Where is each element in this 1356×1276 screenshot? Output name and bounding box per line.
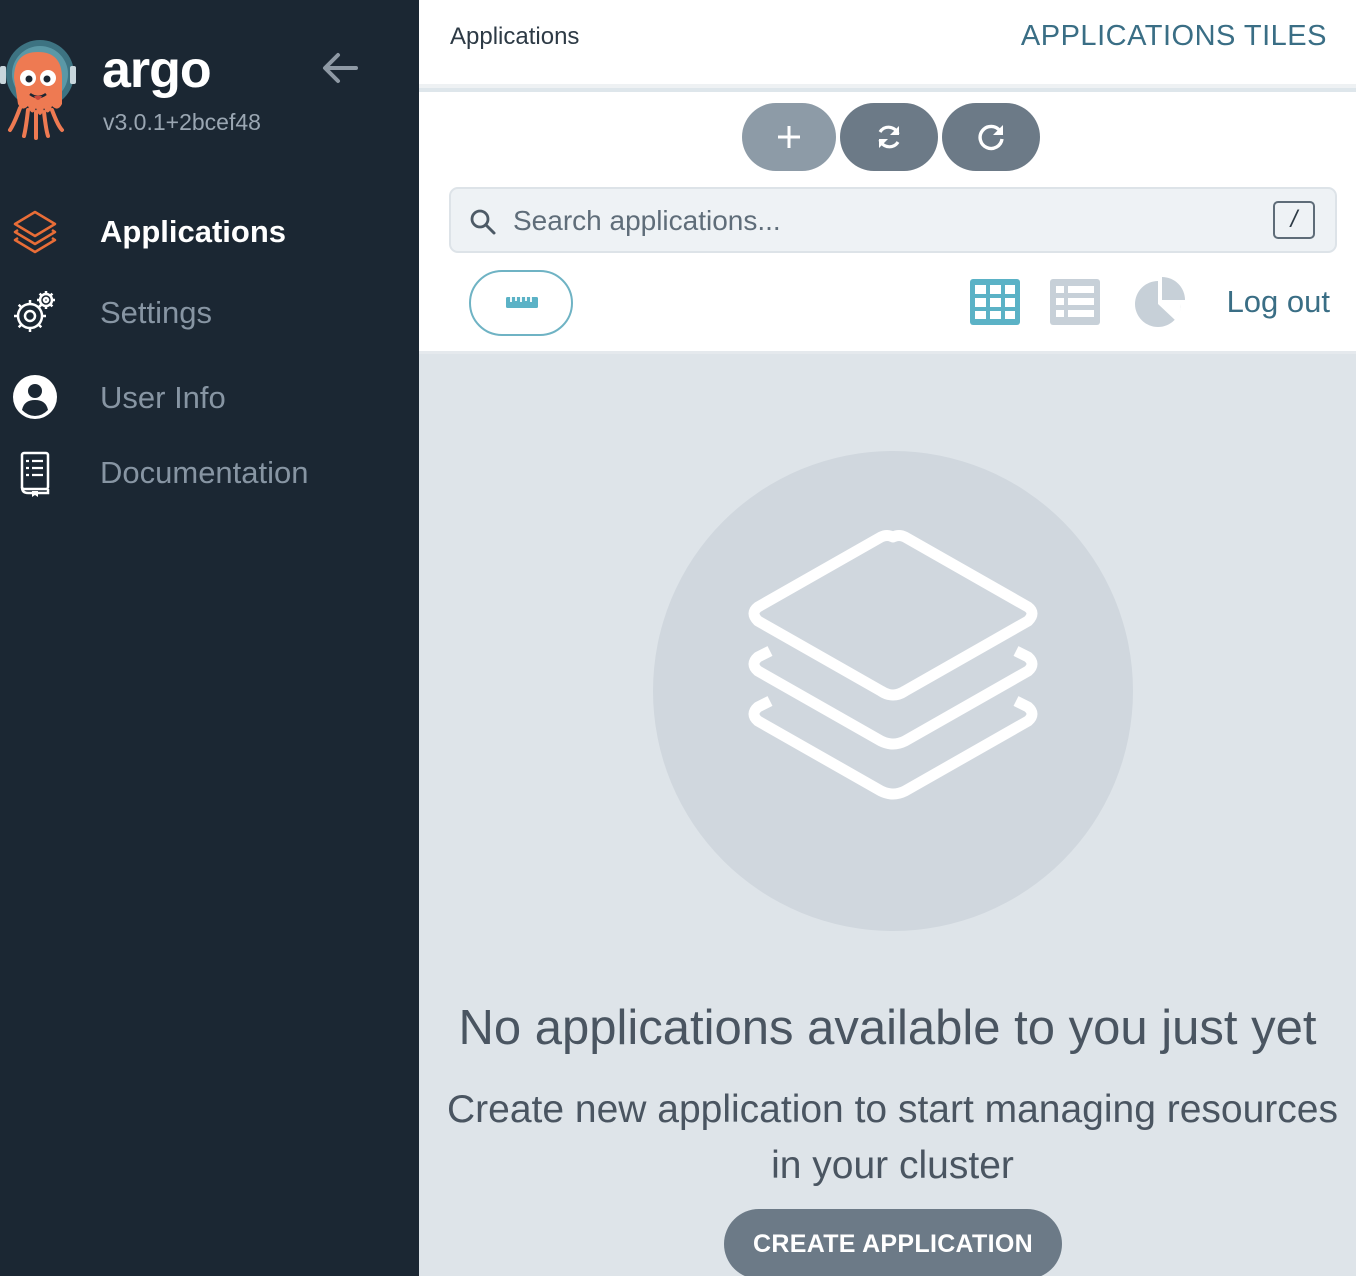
grid-icon[interactable] <box>970 279 1020 325</box>
sync-apps-button[interactable] <box>840 103 938 171</box>
book-icon <box>20 451 50 497</box>
pie-chart-icon[interactable] <box>1133 277 1187 329</box>
sidebar-item-label: Documentation <box>100 455 309 490</box>
sidebar-item-label: User Info <box>100 380 226 415</box>
search-bar: / <box>449 187 1337 253</box>
search-icon <box>470 209 496 235</box>
arrow-left-icon[interactable] <box>318 46 362 90</box>
filters-toggle-button[interactable] <box>469 270 573 336</box>
gears-icon <box>14 291 55 332</box>
empty-state-subtitle: Create new application to start managing… <box>447 1088 1338 1187</box>
empty-state-illustration <box>653 451 1133 931</box>
sidebar-item-documentation[interactable]: Documentation <box>0 441 419 501</box>
refresh-apps-button[interactable] <box>942 103 1040 171</box>
keyboard-shortcut-hint: / <box>1273 201 1315 239</box>
main-content: Applications APPLICATIONS TILES Search a… <box>419 0 1356 1276</box>
top-bar: Applications APPLICATIONS TILES <box>419 0 1356 88</box>
plus-icon <box>778 126 800 148</box>
sidebar: argo v3.0.1+2bcef48 Applications Setting… <box>0 0 419 1276</box>
sidebar-item-applications[interactable]: Applications <box>0 200 419 260</box>
refresh-icon <box>978 124 1004 151</box>
empty-state-title: No applications available to you just ye… <box>458 1001 1317 1055</box>
new-app-button[interactable] <box>742 103 836 171</box>
sidebar-item-label: Applications <box>100 214 287 249</box>
stack-icon <box>748 530 1038 800</box>
sidebar-item-settings[interactable]: Settings <box>0 281 419 341</box>
user-circle-icon <box>13 375 57 419</box>
page-title: APPLICATIONS TILES <box>1020 20 1327 52</box>
empty-state: No applications available to you just ye… <box>419 354 1356 1276</box>
toolbar: / <box>419 92 1356 354</box>
argo-octopus-logo <box>0 40 76 140</box>
list-icon[interactable] <box>1050 279 1100 325</box>
sync-icon <box>878 125 900 149</box>
sidebar-item-label: Settings <box>100 295 213 330</box>
logout-link[interactable]: Log out <box>1227 284 1330 320</box>
ruler-icon <box>506 297 538 308</box>
version-label: v3.0.1+2bcef48 <box>103 109 261 135</box>
breadcrumb[interactable]: Applications <box>450 22 579 52</box>
stack-icon <box>13 210 57 254</box>
create-application-button[interactable]: CREATE APPLICATION <box>724 1209 1062 1276</box>
search-input[interactable] <box>513 199 1253 243</box>
sidebar-item-user-info[interactable]: User Info <box>0 366 419 426</box>
brand-name: argo <box>102 41 212 99</box>
